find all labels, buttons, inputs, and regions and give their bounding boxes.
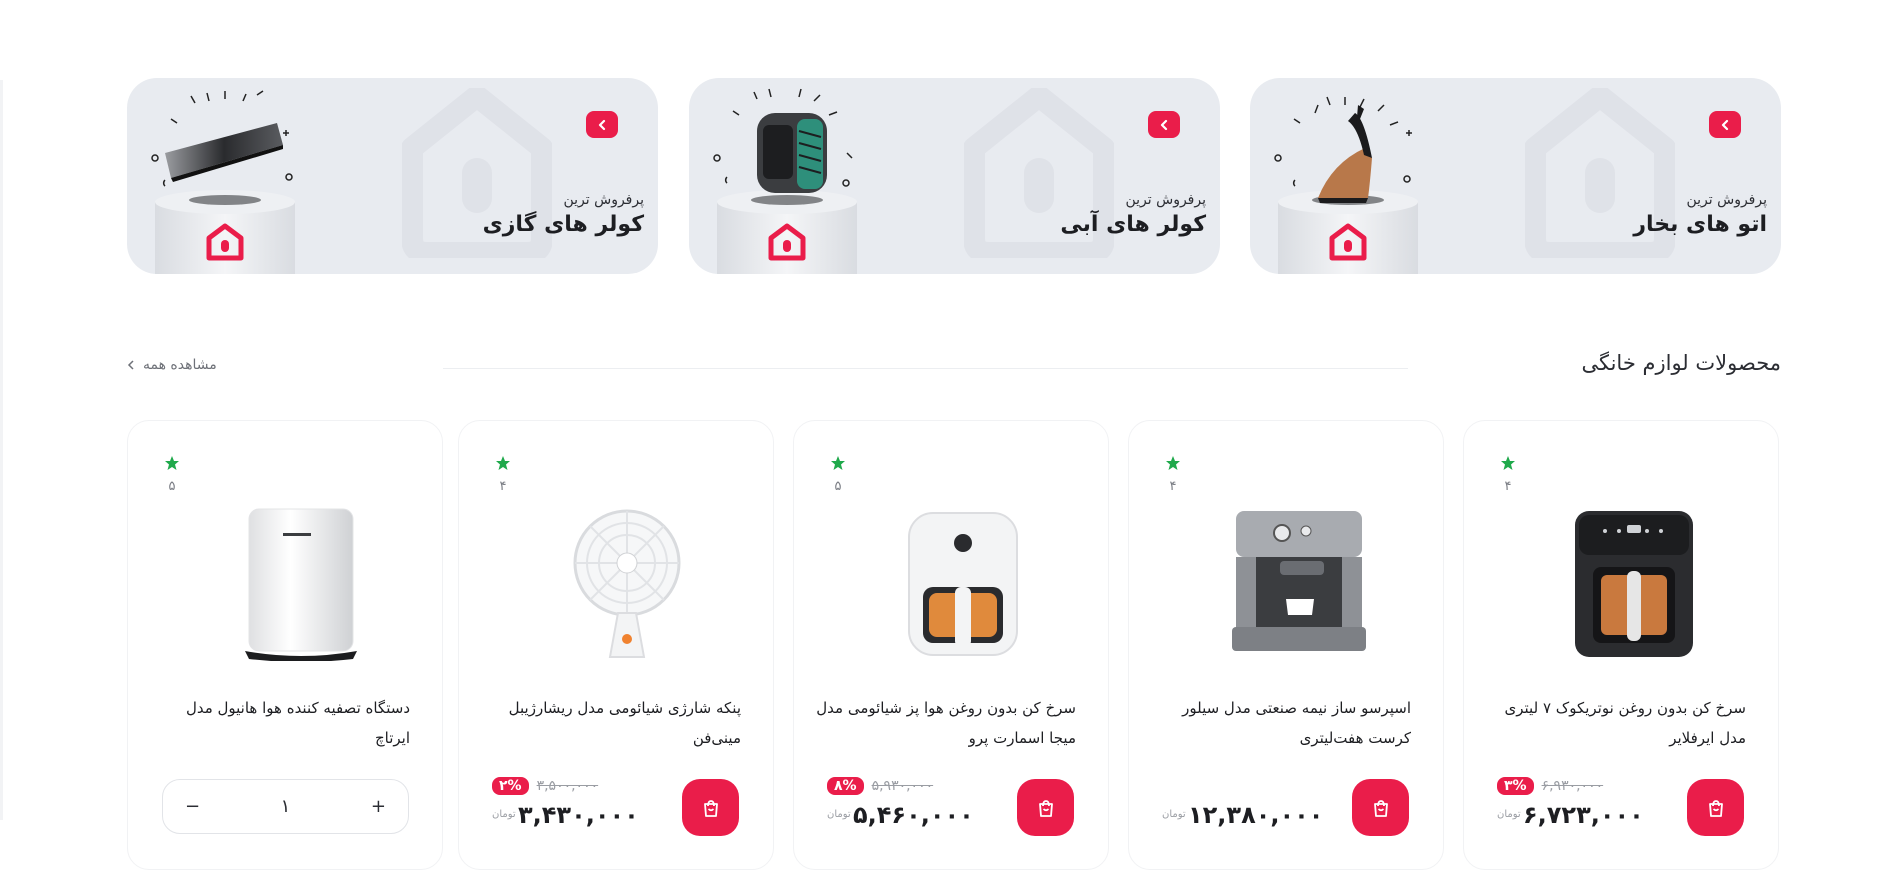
increase-button[interactable]: + (371, 796, 386, 817)
banner-evaporative-coolers[interactable]: پرفروش ترین کولر های آبی (689, 78, 1220, 274)
price-block: ۲% ۳,۵۰۰,۰۰۰ تومان ۳,۴۳۰,۰۰۰ (492, 777, 672, 837)
add-to-cart-button[interactable] (1687, 779, 1744, 836)
quantity-value: ۱ (280, 796, 291, 817)
rating: ۵ (828, 455, 848, 494)
quantity-stepper[interactable]: − ۱ + (162, 779, 409, 834)
chevron-left-icon (598, 119, 606, 130)
add-to-cart-button[interactable] (1017, 779, 1074, 836)
page-edge-line (0, 80, 3, 820)
product-price: ۳,۴۳۰,۰۰۰ (518, 801, 639, 829)
banner-air-conditioners[interactable]: پرفروش ترین کولر های گازی (127, 78, 658, 274)
steam-iron-icon (1274, 96, 1412, 203)
old-price: ۵,۹۳۰,۰۰۰ (871, 778, 934, 794)
product-image (1232, 511, 1366, 651)
product-price: ۵,۴۶۰,۰۰۰ (853, 801, 974, 829)
currency-label: تومان (1497, 809, 1521, 820)
banner-kicker: پرفروش ترین (1125, 192, 1206, 208)
rating: ۴ (1163, 455, 1183, 494)
product-name: سرخ کن بدون روغن نوتریکوک ۷ لیتری مدل ای… (1504, 699, 1746, 747)
product-name: اسپرسو ساز نیمه صنعتی مدل سیلور کرست هفت… (1182, 699, 1411, 747)
banner-steam-irons[interactable]: پرفروش ترین اتو های بخار (1250, 78, 1781, 274)
see-all-label: مشاهده همه (143, 357, 217, 373)
section-divider (443, 368, 1408, 369)
rating-value: ۵ (168, 479, 176, 494)
banner-arrow-button[interactable] (1709, 111, 1741, 138)
rating-value: ۴ (1169, 479, 1177, 494)
banner-kicker: پرفروش ترین (563, 192, 644, 208)
discount-badge: ۳% (1497, 777, 1534, 795)
product-image (245, 508, 357, 661)
product-name: سرخ کن بدون روغن هوا پز شیائومی مدل میجا… (816, 699, 1076, 747)
shopping-bag-icon (1708, 799, 1723, 817)
see-all-link[interactable]: مشاهده همه (127, 357, 217, 373)
star-icon (831, 456, 845, 470)
chevron-left-icon (127, 360, 134, 370)
shopping-bag-icon (1038, 799, 1053, 817)
product-card[interactable]: ۵ سرخ کن بدون روغن هوا پز شیائومی مدل می… (793, 420, 1109, 870)
chevron-left-icon (1160, 119, 1168, 130)
price-block: ۳% ۶,۹۳۰,۰۰۰ تومان ۶,۷۲۳,۰۰۰ (1497, 777, 1677, 837)
banner-title: اتو های بخار (1633, 212, 1767, 237)
product-price: ۶,۷۲۳,۰۰۰ (1523, 801, 1644, 829)
air-conditioner-icon (151, 90, 293, 187)
rating-value: ۵ (834, 479, 842, 494)
banner-title: کولر های آبی (1060, 212, 1206, 237)
shopping-bag-icon (1373, 799, 1388, 817)
rating: ۵ (162, 455, 182, 494)
banner-title: کولر های گازی (482, 212, 644, 237)
old-price: ۶,۹۳۰,۰۰۰ (1541, 778, 1604, 794)
star-icon (1166, 456, 1180, 470)
product-name: پنکه شارژی شیائومی مدل ریشارژیبل مینی‌فن (508, 699, 741, 747)
banner-arrow-button[interactable] (586, 111, 618, 138)
product-card[interactable]: ۴ اسپرسو ساز نیمه صنعتی مدل سیلور کرست ه… (1128, 420, 1444, 870)
rating: ۴ (1498, 455, 1518, 494)
currency-label: تومان (1162, 809, 1186, 820)
currency-label: تومان (827, 809, 851, 820)
add-to-cart-button[interactable] (1352, 779, 1409, 836)
evaporative-cooler-icon (713, 88, 853, 193)
currency-label: تومان (492, 809, 516, 820)
product-card[interactable]: ۴ سرخ کن بدون روغن نوتریکوک ۷ لیتری مدل … (1463, 420, 1779, 870)
discount-badge: ۲% (492, 777, 529, 795)
product-name: دستگاه تصفیه کننده هوا هانیول مدل ایرتاچ (185, 699, 410, 747)
banner-arrow-button[interactable] (1148, 111, 1180, 138)
rating-value: ۴ (499, 479, 507, 494)
rating: ۴ (493, 455, 513, 494)
discount-badge: ۸% (827, 777, 864, 795)
star-icon (165, 456, 179, 470)
product-image (573, 509, 681, 658)
price-block: تومان ۱۲,۳۸۰,۰۰۰ (1162, 777, 1342, 837)
product-price: ۱۲,۳۸۰,۰۰۰ (1188, 801, 1324, 829)
chevron-left-icon (1721, 119, 1729, 130)
rating-value: ۴ (1504, 479, 1512, 494)
section-title: محصولات لوازم خانگی (1581, 351, 1781, 375)
shopping-bag-icon (703, 799, 718, 817)
banner-kicker: پرفروش ترین (1686, 192, 1767, 208)
product-image (908, 512, 1018, 656)
product-card[interactable]: ۴ پنکه شارژی شیائومی مدل ریشارژیبل مینی‌… (458, 420, 774, 870)
product-card[interactable]: ۵ دستگاه تصفیه کننده هوا هانیول مدل ایرت… (127, 420, 443, 870)
promo-banners: پرفروش ترین اتو های بخار پرفروش ترین کول… (127, 78, 1781, 274)
price-block: ۸% ۵,۹۳۰,۰۰۰ تومان ۵,۴۶۰,۰۰۰ (827, 777, 1007, 837)
product-image (1575, 511, 1693, 657)
add-to-cart-button[interactable] (682, 779, 739, 836)
old-price: ۳,۵۰۰,۰۰۰ (536, 778, 599, 794)
star-icon (496, 456, 510, 470)
decrease-button[interactable]: − (185, 796, 200, 817)
star-icon (1501, 456, 1515, 470)
